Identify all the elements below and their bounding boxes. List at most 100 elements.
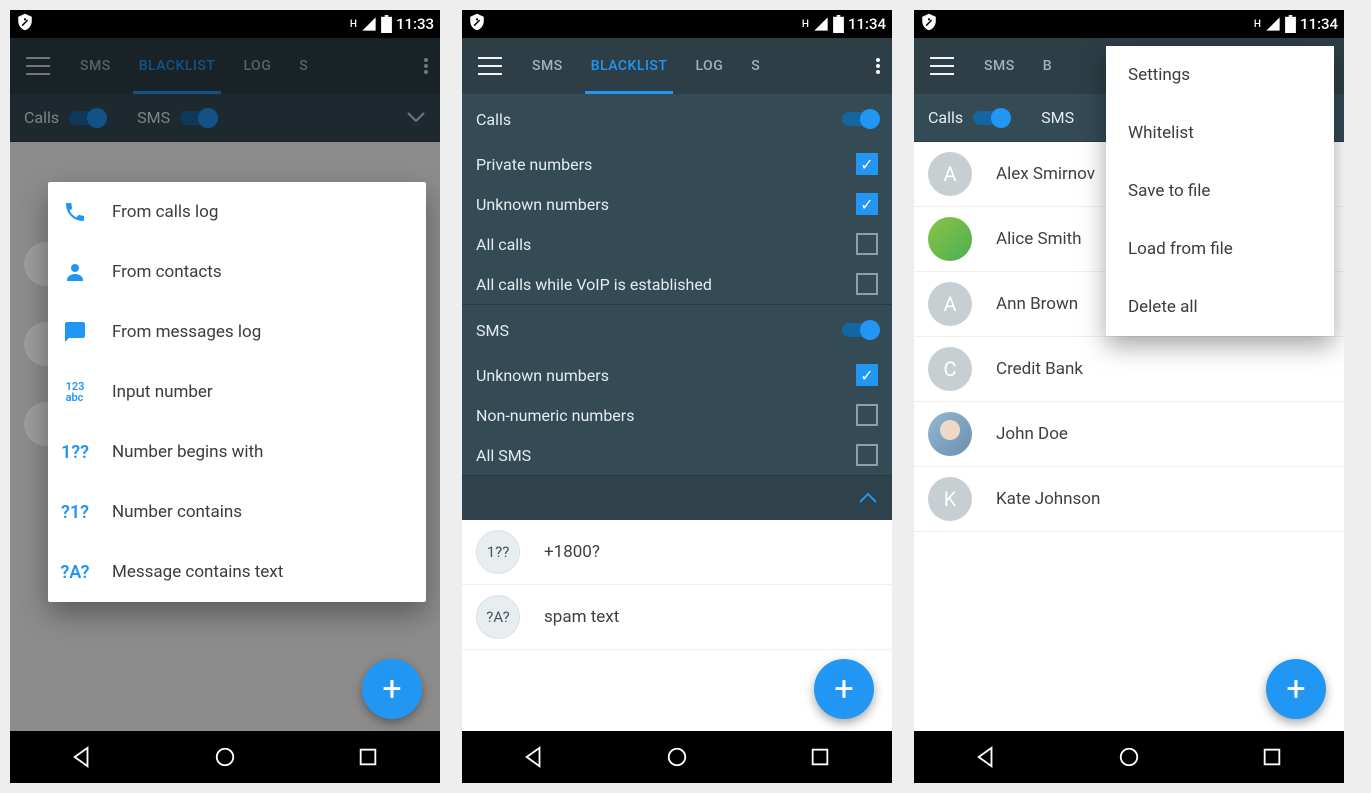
rule-badge-icon: 1?? — [476, 530, 520, 574]
popup-label: From calls log — [112, 202, 218, 222]
signal-icon — [1265, 16, 1281, 32]
menu-button[interactable] — [10, 57, 66, 75]
tab-blacklist[interactable]: BLACKLIST — [125, 38, 230, 94]
menu-save-to-file[interactable]: Save to file — [1106, 162, 1334, 220]
app-bar: SMS BLACKLIST LOG S — [462, 38, 892, 94]
sms-switch[interactable] — [180, 111, 216, 125]
popup-message-contains-text[interactable]: ?A?Message contains text — [48, 542, 426, 602]
menu-whitelist[interactable]: Whitelist — [1106, 104, 1334, 162]
status-bar: H 11:34 — [914, 10, 1344, 38]
app-bar: SMS BLACKLIST LOG S — [10, 38, 440, 94]
popup-number-begins-with[interactable]: 1??Number begins with — [48, 422, 426, 482]
tab-extra[interactable]: S — [285, 38, 322, 94]
checkbox-icon[interactable] — [856, 233, 878, 255]
fab-add[interactable]: + — [1266, 659, 1326, 719]
chevron-down-icon[interactable] — [406, 108, 426, 127]
contact-item[interactable]: KKate Johnson — [914, 467, 1344, 532]
recents-icon[interactable] — [357, 746, 379, 768]
tab-sms[interactable]: SMS — [518, 38, 577, 94]
avatar-letter: A — [928, 152, 972, 196]
recents-icon[interactable] — [1261, 746, 1283, 768]
checkbox-icon[interactable]: ✓ — [856, 153, 878, 175]
contact-item[interactable]: CCredit Bank — [914, 337, 1344, 402]
rule-label: +1800? — [544, 542, 600, 562]
popup-label: From contacts — [112, 262, 222, 282]
chevron-up-icon — [858, 489, 878, 508]
contact-name: Alice Smith — [996, 229, 1082, 249]
tab-sms[interactable]: SMS — [970, 38, 1029, 94]
overflow-button[interactable] — [412, 58, 440, 74]
fab-add[interactable]: + — [362, 659, 422, 719]
nav-bar — [462, 731, 892, 783]
signal-icon — [361, 16, 377, 32]
calls-label: Calls — [928, 108, 963, 127]
menu-load-from-file[interactable]: Load from file — [1106, 220, 1334, 278]
calls-item-all[interactable]: All calls — [462, 224, 892, 264]
tab-extra[interactable]: S — [737, 38, 774, 94]
menu-button[interactable] — [462, 57, 518, 75]
checkbox-icon[interactable] — [856, 444, 878, 466]
sms-master-switch[interactable] — [842, 323, 878, 337]
back-icon[interactable] — [71, 746, 93, 768]
sms-item-nonnumeric[interactable]: Non-numeric numbers — [462, 395, 892, 435]
contact-item[interactable]: John Doe — [914, 402, 1344, 467]
sms-section-head: SMS — [462, 305, 892, 355]
checkbox-icon[interactable] — [856, 273, 878, 295]
calls-item-voip[interactable]: All calls while VoIP is established — [462, 264, 892, 304]
contact-name: Ann Brown — [996, 294, 1078, 314]
tab-sms[interactable]: SMS — [66, 38, 125, 94]
calls-switch[interactable] — [69, 111, 105, 125]
tab-log[interactable]: LOG — [681, 38, 737, 94]
tab-blacklist[interactable]: B — [1029, 38, 1066, 94]
tab-blacklist[interactable]: BLACKLIST — [577, 38, 682, 94]
fab-add[interactable]: + — [814, 659, 874, 719]
rule-badge-icon: ?A? — [476, 595, 520, 639]
home-icon[interactable] — [666, 746, 688, 768]
home-icon[interactable] — [1118, 746, 1140, 768]
nav-bar — [10, 731, 440, 783]
add-source-popup: From calls log From contacts From messag… — [48, 182, 426, 602]
menu-button[interactable] — [914, 57, 970, 75]
back-icon[interactable] — [975, 746, 997, 768]
popup-from-messages-log[interactable]: From messages log — [48, 302, 426, 362]
popup-from-calls-log[interactable]: From calls log — [48, 182, 426, 242]
clock: 11:34 — [1300, 15, 1338, 33]
overflow-button[interactable] — [864, 58, 892, 74]
back-icon[interactable] — [523, 746, 545, 768]
phone-c: H 11:34 SMS B Calls SMS AAlex Smirnov Al… — [914, 10, 1344, 783]
sms-item-all[interactable]: All SMS — [462, 435, 892, 475]
avatar-letter: C — [928, 347, 972, 391]
rule-item[interactable]: ?A? spam text — [462, 585, 892, 650]
calls-switch[interactable] — [973, 111, 1009, 125]
sms-section: SMS Unknown numbers✓ Non-numeric numbers… — [462, 305, 892, 476]
calls-item-unknown[interactable]: Unknown numbers ✓ — [462, 184, 892, 224]
sms-item-unknown[interactable]: Unknown numbers✓ — [462, 355, 892, 395]
calls-section: Calls Private numbers✓ Unknown numbers✓ … — [462, 94, 892, 305]
popup-label: Number begins with — [112, 442, 263, 462]
toggle-row: Calls SMS — [10, 94, 440, 142]
home-icon[interactable] — [214, 746, 236, 768]
rule-item[interactable]: 1?? +1800? — [462, 520, 892, 585]
checkbox-icon[interactable] — [856, 404, 878, 426]
avatar-photo — [928, 412, 972, 456]
item-label: Unknown numbers — [476, 195, 609, 214]
contact-name: Alex Smirnov — [996, 164, 1095, 184]
popup-number-contains[interactable]: ?1?Number contains — [48, 482, 426, 542]
recents-icon[interactable] — [809, 746, 831, 768]
menu-delete-all[interactable]: Delete all — [1106, 278, 1334, 336]
popup-label: Number contains — [112, 502, 242, 522]
calls-item-private[interactable]: Private numbers✓ — [462, 144, 892, 184]
checkbox-icon[interactable]: ✓ — [856, 364, 878, 386]
popup-from-contacts[interactable]: From contacts — [48, 242, 426, 302]
calls-master-switch[interactable] — [842, 112, 878, 126]
battery-icon — [833, 15, 844, 33]
avatar-letter: A — [928, 282, 972, 326]
tab-log[interactable]: LOG — [229, 38, 285, 94]
shield-icon — [16, 13, 34, 31]
rule-label: spam text — [544, 607, 619, 627]
collapse-row[interactable] — [462, 476, 892, 520]
popup-input-number[interactable]: 123abcInput number — [48, 362, 426, 422]
contains-text-icon: ?A? — [60, 562, 90, 583]
menu-settings[interactable]: Settings — [1106, 46, 1334, 104]
checkbox-icon[interactable]: ✓ — [856, 193, 878, 215]
